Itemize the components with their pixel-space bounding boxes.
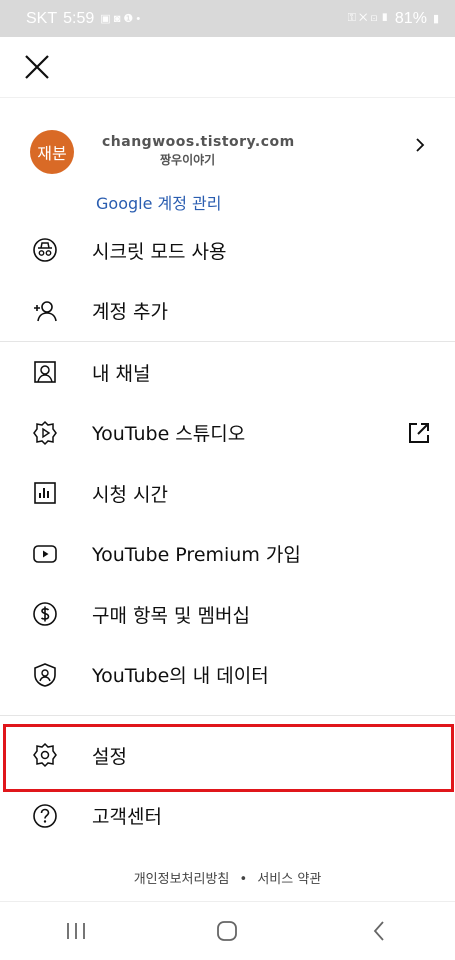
menu-label: 시크릿 모드 사용 xyxy=(92,240,227,263)
account-url: changwoos.tistory.com xyxy=(102,134,295,150)
menu-item-add-account[interactable]: 계정 추가 xyxy=(0,281,455,342)
status-bar: SKT 5:59 ▣ ◙ ❶ • ⚿ ✕ ⊡ ▮ 81% ▮ xyxy=(0,0,455,37)
menu-item-incognito[interactable]: 시크릿 모드 사용 xyxy=(0,220,455,281)
external-link-icon xyxy=(409,422,429,443)
back-button[interactable] xyxy=(359,916,399,946)
battery-level: 81% xyxy=(394,9,427,27)
channel-icon xyxy=(32,359,58,385)
recent-apps-icon xyxy=(66,923,85,939)
menu-item-purchases[interactable]: 구매 항목 및 멤버십 xyxy=(0,584,455,645)
notification-icons: ▣ ◙ ❶ • xyxy=(100,13,141,25)
system-nav-bar xyxy=(0,901,455,960)
close-icon[interactable] xyxy=(22,52,52,82)
battery-icon: ▮ xyxy=(432,13,439,25)
help-icon xyxy=(32,803,58,829)
menu-item-your-data[interactable]: YouTube의 내 데이터 xyxy=(0,645,455,706)
dollar-icon xyxy=(32,601,58,627)
chevron-right-icon[interactable] xyxy=(413,138,427,152)
carrier-label: SKT xyxy=(26,9,58,27)
signal-icons: ⚿ ✕ ⊡ ▮ xyxy=(347,12,389,24)
top-bar xyxy=(0,37,455,98)
account-header[interactable]: 재분 changwoos.tistory.com 짱우이야기 xyxy=(0,98,455,184)
clock: 5:59 xyxy=(63,9,95,27)
footer-links: 개인정보처리방침 • 서비스 약관 xyxy=(0,868,455,887)
menu-label: 설정 xyxy=(92,745,127,768)
back-icon xyxy=(373,921,384,941)
menu-label: 계정 추가 xyxy=(92,301,168,324)
menu-item-studio[interactable]: YouTube 스튜디오 xyxy=(0,403,455,464)
menu-label: 고객센터 xyxy=(92,806,162,829)
menu-label: YouTube의 내 데이터 xyxy=(92,665,269,688)
studio-gear-icon xyxy=(32,420,58,446)
home-icon xyxy=(217,921,238,941)
play-icon xyxy=(32,541,58,567)
menu-label: YouTube Premium 가입 xyxy=(92,544,301,567)
bar-chart-icon xyxy=(32,480,58,506)
incognito-icon xyxy=(32,237,58,263)
avatar: 재분 xyxy=(30,130,74,174)
add-account-icon xyxy=(32,298,58,324)
gear-icon xyxy=(32,742,58,768)
recent-apps-button[interactable] xyxy=(56,916,96,946)
menu-label: 내 채널 xyxy=(92,362,151,385)
menu-label: 구매 항목 및 멤버십 xyxy=(92,604,250,627)
divider xyxy=(0,715,455,716)
footer-separator: • xyxy=(239,872,248,887)
menu-item-help[interactable]: 고객센터 xyxy=(0,786,455,847)
manage-google-account-link[interactable]: Google 계정 관리 xyxy=(0,184,455,220)
menu-item-settings[interactable]: 설정 xyxy=(0,725,455,786)
menu-item-premium[interactable]: YouTube Premium 가입 xyxy=(0,524,455,585)
privacy-policy-link[interactable]: 개인정보처리방침 xyxy=(134,872,230,887)
terms-of-service-link[interactable]: 서비스 약관 xyxy=(257,872,321,887)
menu-label: 시청 시간 xyxy=(92,483,168,506)
menu-item-my-channel[interactable]: 내 채널 xyxy=(0,342,455,403)
account-name: 짱우이야기 xyxy=(160,153,216,167)
home-button[interactable] xyxy=(207,916,247,946)
shield-person-icon xyxy=(32,662,58,688)
menu-item-watch-time[interactable]: 시청 시간 xyxy=(0,463,455,524)
menu-label: YouTube 스튜디오 xyxy=(92,423,246,446)
